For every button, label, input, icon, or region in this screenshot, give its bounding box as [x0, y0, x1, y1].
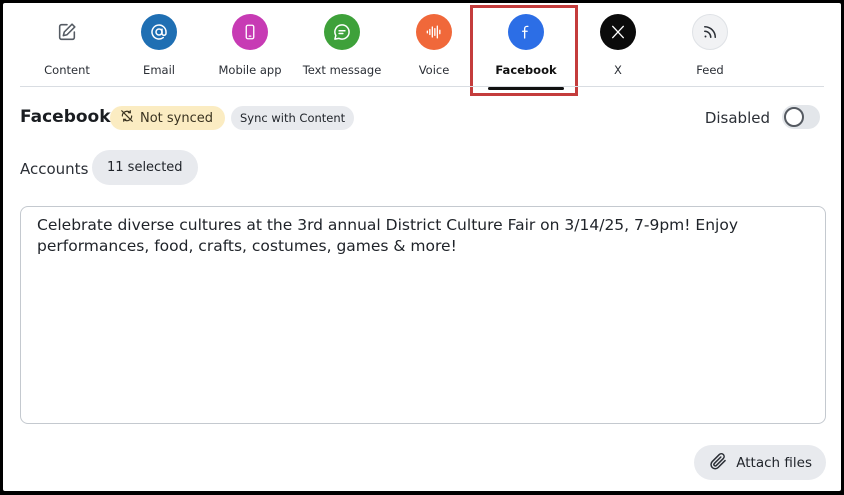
editor-panel: Content Email Mobile app Text message Vo…	[3, 3, 841, 491]
tab-label: Feed	[696, 63, 724, 77]
tab-label: X	[614, 63, 622, 77]
at-sign-icon	[141, 14, 177, 50]
channel-title: Facebook	[20, 107, 111, 127]
tab-facebook[interactable]: Facebook	[480, 3, 572, 90]
tab-mobile-app[interactable]: Mobile app	[204, 3, 296, 90]
status-label: Not synced	[140, 110, 214, 126]
tabs-divider	[20, 86, 824, 87]
tab-content[interactable]: Content	[21, 3, 113, 90]
tab-label: Mobile app	[218, 63, 282, 77]
x-logo-icon	[600, 14, 636, 50]
mobile-phone-icon	[232, 14, 268, 50]
tab-label: Voice	[418, 63, 450, 77]
tab-x[interactable]: X	[572, 3, 664, 90]
attach-files-label: Attach files	[736, 454, 812, 471]
active-tab-indicator	[488, 87, 564, 90]
toggle-label: Disabled	[704, 109, 770, 127]
tab-label: Content	[44, 63, 90, 77]
tab-label: Facebook	[495, 63, 557, 77]
tab-text-message[interactable]: Text message	[296, 3, 388, 90]
accounts-label: Accounts	[20, 160, 89, 178]
rss-feed-icon	[692, 14, 728, 50]
tab-label: Email	[143, 63, 175, 77]
channel-tabs: Content Email Mobile app Text message Vo…	[3, 3, 841, 96]
tab-feed[interactable]: Feed	[664, 3, 756, 90]
chat-bubble-icon	[324, 14, 360, 50]
tab-label: Text message	[302, 63, 382, 77]
sync-with-content-button[interactable]: Sync with Content	[231, 106, 355, 130]
sync-off-icon	[120, 109, 134, 127]
facebook-icon	[508, 14, 544, 50]
message-textarea[interactable]: Celebrate diverse cultures at the 3rd an…	[20, 206, 826, 424]
accounts-selector[interactable]: 11 selected	[92, 150, 198, 185]
tab-email[interactable]: Email	[113, 3, 205, 90]
edit-icon	[49, 14, 85, 50]
status-badge: Not synced	[110, 106, 226, 130]
tab-voice[interactable]: Voice	[388, 3, 480, 90]
sound-wave-icon	[416, 14, 452, 50]
enable-toggle[interactable]	[782, 105, 820, 129]
attach-files-button[interactable]: Attach files	[694, 445, 826, 480]
paperclip-icon	[708, 451, 728, 475]
toggle-knob	[784, 107, 804, 127]
